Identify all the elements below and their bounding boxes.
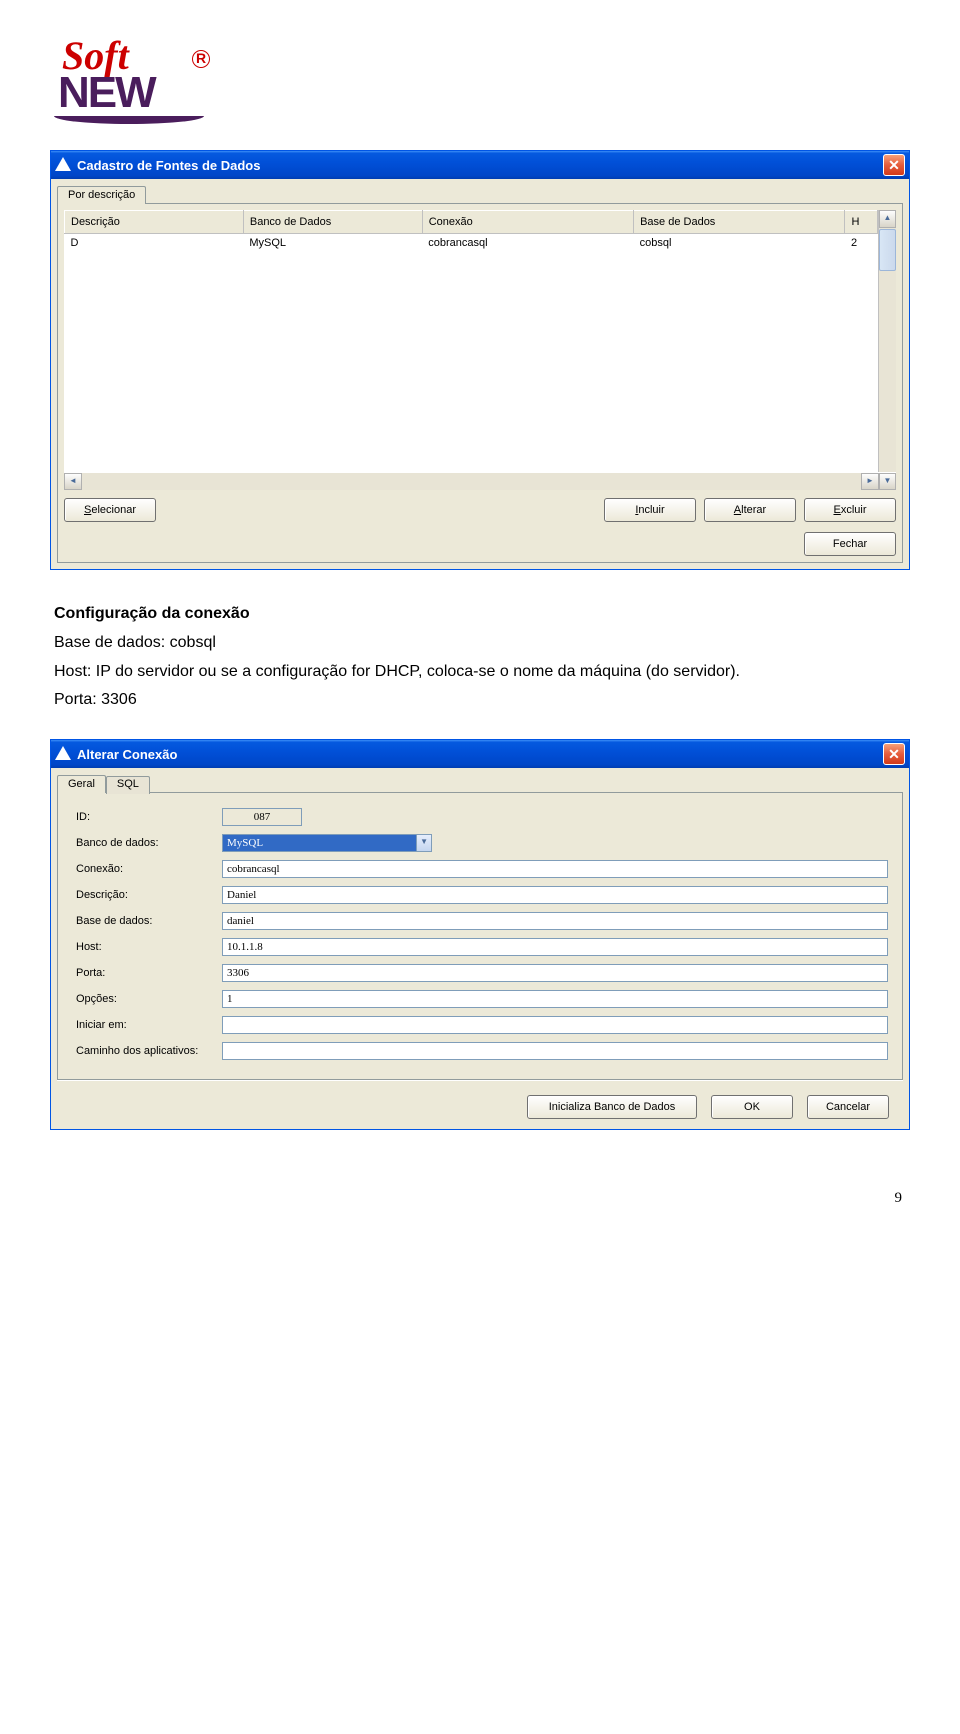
text-host: Host: IP do servidor ou se a configuraçã… xyxy=(54,658,906,687)
inicializa-button[interactable]: Inicializa Banco de Dados xyxy=(527,1095,697,1119)
label-id: ID: xyxy=(72,805,220,829)
table-row[interactable]: D MySQL cobrancasql cobsql 2 xyxy=(65,234,878,253)
scroll-left-icon[interactable]: ◄ xyxy=(64,473,82,490)
window-cadastro-fontes: Cadastro de Fontes de Dados ✕ Por descri… xyxy=(50,150,910,570)
window-title: Cadastro de Fontes de Dados xyxy=(77,158,883,173)
close-icon[interactable]: ✕ xyxy=(883,743,905,765)
cell-banco: MySQL xyxy=(243,234,422,253)
label-porta: Porta: xyxy=(72,961,220,985)
caminho-field[interactable] xyxy=(222,1042,888,1060)
app-icon xyxy=(55,157,71,173)
window-alterar-conexao: Alterar Conexão ✕ Geral SQL ID: Banco de… xyxy=(50,739,910,1130)
tab-geral[interactable]: Geral xyxy=(57,775,106,793)
label-descricao: Descrição: xyxy=(72,883,220,907)
scroll-right-icon[interactable]: ► xyxy=(861,473,879,490)
label-caminho: Caminho dos aplicativos: xyxy=(72,1039,220,1063)
base-field[interactable] xyxy=(222,912,888,930)
id-field xyxy=(222,808,302,826)
app-icon xyxy=(55,746,71,762)
iniciar-field[interactable] xyxy=(222,1016,888,1034)
close-icon[interactable]: ✕ xyxy=(883,154,905,176)
vertical-scrollbar[interactable]: ▲ xyxy=(878,210,896,472)
tab-sql[interactable]: SQL xyxy=(106,776,150,794)
cell-descricao: D xyxy=(65,234,244,253)
horizontal-scrollbar[interactable]: ◄ ► xyxy=(64,473,879,490)
chevron-down-icon[interactable]: ▼ xyxy=(416,834,432,852)
data-grid[interactable]: Descrição Banco de Dados Conexão Base de… xyxy=(64,210,896,490)
cell-conexao: cobrancasql xyxy=(422,234,633,253)
col-banco[interactable]: Banco de Dados xyxy=(243,211,422,234)
opcoes-field[interactable] xyxy=(222,990,888,1008)
fechar-button[interactable]: Fechar xyxy=(804,532,896,556)
cell-h: 2 xyxy=(845,234,878,253)
label-iniciar: Iniciar em: xyxy=(72,1013,220,1037)
banco-combo[interactable] xyxy=(222,834,416,852)
descricao-field[interactable] xyxy=(222,886,888,904)
titlebar: Alterar Conexão ✕ xyxy=(51,740,909,768)
col-descricao[interactable]: Descrição xyxy=(65,211,244,234)
label-base: Base de dados: xyxy=(72,909,220,933)
excluir-button[interactable]: Excluir xyxy=(804,498,896,522)
ok-button[interactable]: OK xyxy=(711,1095,793,1119)
window-title: Alterar Conexão xyxy=(77,747,883,762)
logo-swoosh xyxy=(54,116,204,124)
col-conexao[interactable]: Conexão xyxy=(422,211,633,234)
body-text: Configuração da conexão Base de dados: c… xyxy=(54,600,906,715)
text-base-dados: Base de dados: cobsql xyxy=(54,629,906,658)
scroll-thumb[interactable] xyxy=(879,229,896,271)
selecionar-button[interactable]: Selecionar xyxy=(64,498,156,522)
host-field[interactable] xyxy=(222,938,888,956)
label-conexao: Conexão: xyxy=(72,857,220,881)
col-h[interactable]: H xyxy=(845,211,878,234)
titlebar: Cadastro de Fontes de Dados ✕ xyxy=(51,151,909,179)
label-banco: Banco de dados: xyxy=(72,831,220,855)
logo-registered: R xyxy=(192,50,210,68)
logo-new: NEW xyxy=(58,68,155,118)
scroll-up-icon[interactable]: ▲ xyxy=(879,210,896,228)
heading-configuracao: Configuração da conexão xyxy=(54,605,250,622)
page-number: 9 xyxy=(50,1190,910,1207)
label-host: Host: xyxy=(72,935,220,959)
logo: Soft R NEW xyxy=(50,40,210,130)
incluir-button[interactable]: Incluir xyxy=(604,498,696,522)
scroll-down-icon[interactable]: ▼ xyxy=(879,473,896,490)
porta-field[interactable] xyxy=(222,964,888,982)
cell-base: cobsql xyxy=(634,234,845,253)
alterar-button[interactable]: Alterar xyxy=(704,498,796,522)
text-porta: Porta: 3306 xyxy=(54,686,906,715)
label-opcoes: Opções: xyxy=(72,987,220,1011)
cancelar-button[interactable]: Cancelar xyxy=(807,1095,889,1119)
conexao-field[interactable] xyxy=(222,860,888,878)
col-base[interactable]: Base de Dados xyxy=(634,211,845,234)
tab-por-descricao[interactable]: Por descrição xyxy=(57,186,146,204)
